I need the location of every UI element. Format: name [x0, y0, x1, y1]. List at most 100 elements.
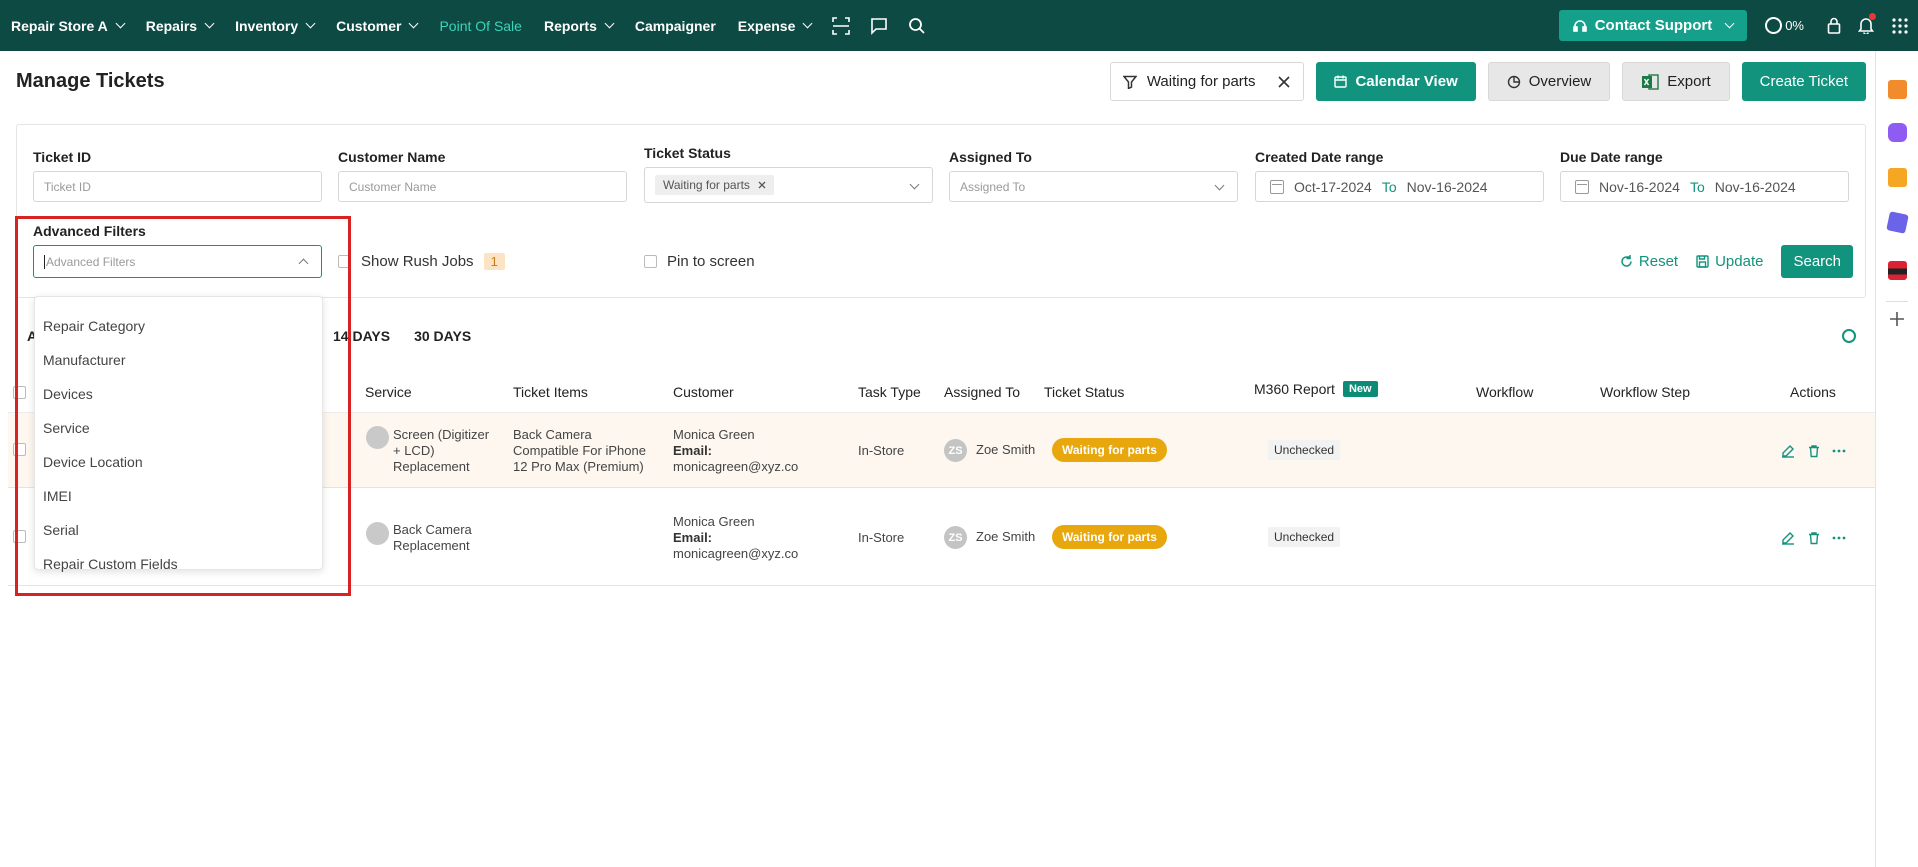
active-filter-chip[interactable]: Waiting for parts: [1109, 62, 1305, 101]
task-type-cell: In-Store: [858, 530, 905, 545]
customer-cell[interactable]: Monica Green Email: monicagreen@xyz.co: [673, 514, 798, 562]
customer-email[interactable]: monicagreen@xyz.co: [673, 459, 798, 475]
customer-name[interactable]: Monica Green: [673, 427, 798, 443]
col-ticket-status[interactable]: Ticket Status: [1044, 384, 1124, 400]
nav-reports[interactable]: Reports: [533, 18, 624, 34]
edit-icon[interactable]: [1781, 531, 1795, 545]
item-line: Back Camera: [513, 427, 592, 442]
more-icon[interactable]: [1832, 531, 1846, 545]
day-range-tabs: 14 DAYS 30 DAYS: [333, 328, 471, 344]
customer-name-filter: Customer Name Customer Name: [338, 149, 627, 202]
stack-icon[interactable]: [1888, 261, 1907, 280]
excel-icon: [1642, 73, 1659, 90]
tab-30-days[interactable]: 30 DAYS: [414, 328, 471, 344]
pin-toggle[interactable]: Pin to screen: [644, 253, 755, 270]
top-nav: Repair Store A Repairs Inventory Custome…: [0, 0, 1918, 51]
close-icon[interactable]: [1277, 75, 1291, 89]
chevron-down-icon: [204, 18, 215, 29]
created-to: Nov-16-2024: [1406, 178, 1488, 195]
col-m360-report[interactable]: M360 Report New: [1254, 381, 1378, 397]
tag-icon[interactable]: [1886, 211, 1909, 234]
pin-checkbox[interactable]: [644, 255, 657, 268]
nav-point-of-sale[interactable]: Point Of Sale: [428, 18, 533, 34]
search-button[interactable]: Search: [1781, 245, 1853, 278]
create-ticket-label: Create Ticket: [1759, 73, 1848, 90]
ticket-status-label: Ticket Status: [644, 145, 731, 161]
col-workflow[interactable]: Workflow: [1476, 384, 1533, 400]
task-type-cell: In-Store: [858, 443, 905, 458]
headset-icon: [1572, 19, 1587, 32]
nav-inventory[interactable]: Inventory: [224, 18, 325, 34]
calendar-view-label: Calendar View: [1355, 73, 1458, 90]
col-ticket-items[interactable]: Ticket Items: [513, 384, 588, 400]
service-cell: Screen (Digitizer + LCD) Replacement: [393, 427, 489, 475]
gear-icon[interactable]: [1842, 329, 1856, 343]
edit-icon[interactable]: [1781, 444, 1795, 458]
scan-icon[interactable]: [822, 0, 860, 51]
rush-jobs-toggle[interactable]: Show Rush Jobs 1: [338, 253, 505, 270]
reset-button[interactable]: Reset: [1620, 253, 1678, 270]
more-icon[interactable]: [1832, 444, 1846, 458]
ticket-id-input[interactable]: Ticket ID: [33, 171, 322, 202]
nav-repairs[interactable]: Repairs: [135, 18, 224, 34]
sticky-note-icon[interactable]: [1888, 168, 1907, 187]
customer-name-input[interactable]: Customer Name: [338, 171, 627, 202]
active-filter-label: Waiting for parts: [1146, 73, 1256, 90]
col-customer[interactable]: Customer: [673, 384, 734, 400]
service-line: Replacement: [393, 459, 470, 474]
chat-icon[interactable]: [860, 0, 898, 51]
notification-dot: [1869, 13, 1876, 20]
col-service[interactable]: Service: [365, 384, 412, 400]
customer-name-placeholder: Customer Name: [349, 179, 437, 194]
service-line: Replacement: [393, 538, 470, 553]
contact-support-button[interactable]: Contact Support: [1558, 10, 1748, 41]
rail-divider: [1886, 301, 1908, 302]
chevron-down-icon: [305, 18, 316, 29]
gift-icon[interactable]: [1888, 80, 1907, 99]
status-badge[interactable]: Waiting for parts: [1052, 525, 1167, 549]
store-selector[interactable]: Repair Store A: [0, 18, 135, 34]
nav-expense[interactable]: Expense: [727, 18, 823, 34]
status-chip: Waiting for parts: [655, 175, 774, 195]
nav-campaigner[interactable]: Campaigner: [624, 18, 727, 34]
update-label: Update: [1715, 253, 1764, 270]
due-date-input[interactable]: Nov-16-2024 To Nov-16-2024: [1560, 171, 1849, 202]
nav-customer[interactable]: Customer: [325, 18, 428, 34]
update-button[interactable]: Update: [1696, 253, 1763, 270]
col-task-type[interactable]: Task Type: [858, 384, 921, 400]
chevron-down-icon: [802, 18, 813, 29]
chat-bubbles-icon[interactable]: [1888, 123, 1907, 142]
search-icon[interactable]: [898, 0, 936, 51]
overview-button[interactable]: Overview: [1487, 62, 1611, 101]
ticket-status-select[interactable]: Waiting for parts: [644, 167, 933, 203]
add-icon[interactable]: [1888, 310, 1906, 328]
customer-email[interactable]: monicagreen@xyz.co: [673, 546, 798, 562]
ticket-items-cell: Back Camera Compatible For iPhone 12 Pro…: [513, 427, 646, 475]
progress-indicator[interactable]: 0%: [1765, 17, 1804, 34]
created-date-input[interactable]: Oct-17-2024 To Nov-16-2024: [1255, 171, 1544, 202]
col-assigned-to[interactable]: Assigned To: [944, 384, 1020, 400]
service-icon: [366, 522, 389, 545]
assigned-to-placeholder: Assigned To: [960, 179, 1026, 194]
close-icon[interactable]: [758, 181, 766, 189]
nav-label: Repairs: [145, 17, 198, 34]
trash-icon[interactable]: [1807, 531, 1821, 545]
status-badge[interactable]: Waiting for parts: [1052, 438, 1167, 462]
lock-icon[interactable]: [1818, 0, 1850, 51]
calendar-view-button[interactable]: Calendar View: [1316, 62, 1476, 101]
create-ticket-button[interactable]: Create Ticket: [1741, 62, 1866, 101]
assigned-to-select[interactable]: Assigned To: [949, 171, 1238, 202]
ticket-status-filter: Ticket Status Waiting for parts: [644, 145, 933, 203]
customer-cell[interactable]: Monica Green Email: monicagreen@xyz.co: [673, 427, 798, 475]
col-workflow-step[interactable]: Workflow Step: [1600, 384, 1690, 400]
m360-status: Unchecked: [1268, 527, 1341, 547]
avatar: ZS: [944, 439, 967, 462]
export-button[interactable]: Export: [1622, 62, 1730, 101]
created-date-label: Created Date range: [1255, 149, 1384, 165]
trash-icon[interactable]: [1807, 444, 1821, 458]
nav-label: Customer: [336, 17, 402, 34]
bell-icon[interactable]: [1850, 0, 1882, 51]
apps-grid-icon[interactable]: [1882, 0, 1918, 51]
rush-jobs-label: Show Rush Jobs: [361, 253, 474, 270]
customer-name[interactable]: Monica Green: [673, 514, 798, 530]
